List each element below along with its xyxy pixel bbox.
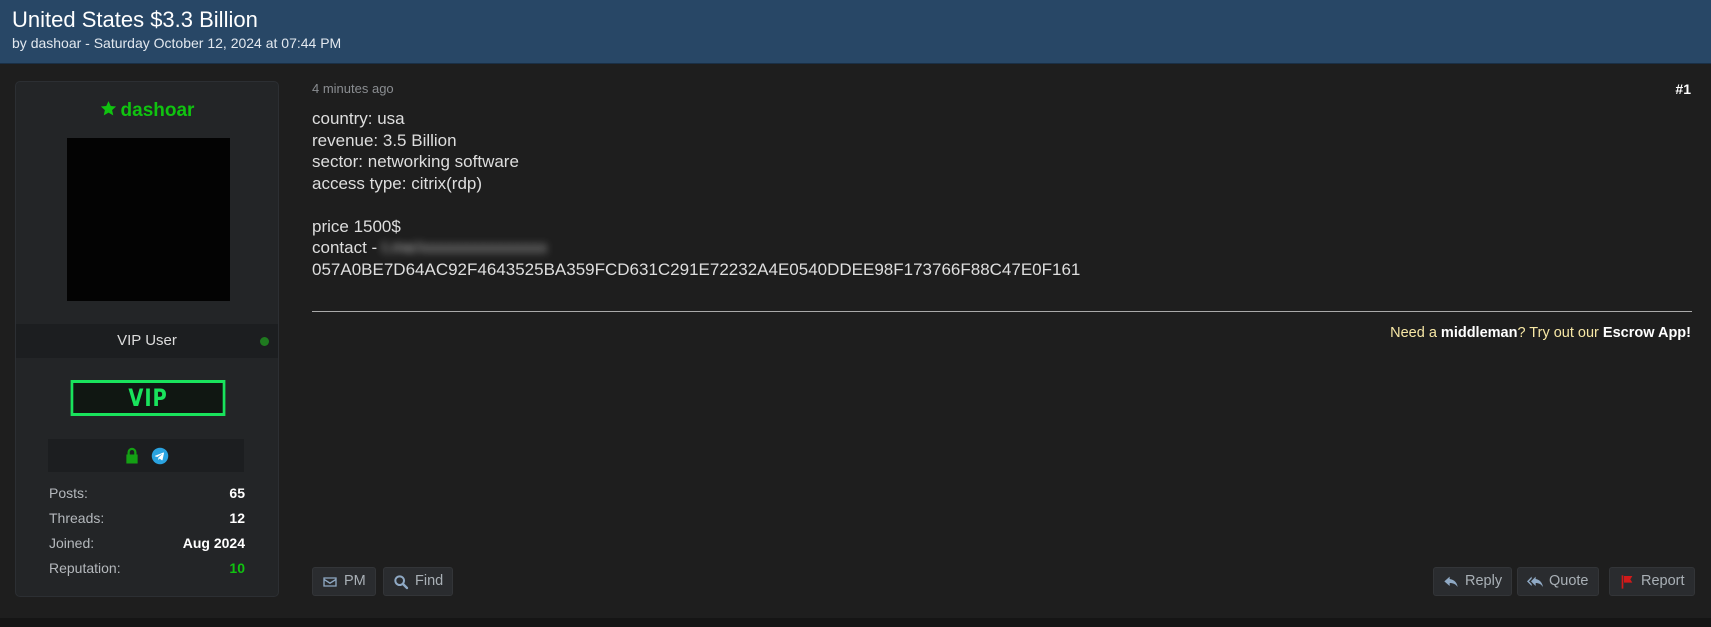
reply-button[interactable]: Reply [1433, 567, 1513, 596]
avatar[interactable] [67, 138, 230, 301]
post-timestamp: 4 minutes ago [312, 81, 394, 96]
online-status-dot [260, 337, 269, 346]
rank-text: VIP User [117, 332, 177, 349]
find-label: Find [415, 573, 444, 589]
middleman-link[interactable]: middleman [1441, 325, 1518, 341]
stat-threads: Threads: 12 [49, 507, 245, 532]
contact-icons [48, 439, 244, 472]
stat-value: Aug 2024 [182, 535, 245, 551]
search-icon [394, 574, 409, 589]
stat-label: Reputation: [49, 560, 121, 576]
signature-text: ? Try out our [1517, 325, 1603, 341]
footer-strip [0, 618, 1711, 627]
stat-joined: Joined: Aug 2024 [49, 532, 245, 557]
username-link[interactable]: dashoar [16, 100, 278, 122]
reply-label: Reply [1465, 573, 1503, 589]
user-rank: VIP User [16, 324, 278, 358]
thread-header: United States $3.3 Billion by dashoar - … [0, 0, 1711, 64]
post-line: price 1500$ [312, 216, 401, 236]
find-button[interactable]: Find [383, 567, 454, 596]
signature-text: Need a [1390, 325, 1441, 341]
user-stats: Posts: 65 Threads: 12 Joined: Aug 2024 R… [49, 482, 245, 582]
thread-meta: by dashoar - Saturday October 12, 2024 a… [12, 35, 341, 51]
signature: Need a middleman? Try out our Escrow App… [1390, 325, 1691, 341]
flag-icon [1621, 574, 1633, 589]
post-number-link[interactable]: #1 [1675, 81, 1691, 97]
stat-label: Threads: [49, 510, 105, 526]
by-prefix: by [12, 35, 27, 51]
stat-value[interactable]: 65 [229, 485, 245, 501]
telegram-icon[interactable] [151, 447, 169, 465]
reply-all-icon [1527, 576, 1543, 587]
vip-badge: VIP [70, 380, 226, 416]
stat-reputation: Reputation: 10 [49, 557, 245, 582]
reply-icon [1444, 576, 1458, 587]
thread-author-link[interactable]: dashoar [31, 35, 82, 51]
post-line [312, 194, 1682, 216]
escrow-app-link[interactable]: Escrow App! [1603, 325, 1691, 341]
contact-hash: 057A0BE7D64AC92F4643525BA359FCD631C291E7… [312, 259, 1081, 279]
pm-button[interactable]: PM [312, 567, 376, 596]
contact-line: contact - t.me/xxxxxxxxxxxxxxx [312, 237, 1682, 259]
stat-value[interactable]: 12 [229, 510, 245, 526]
contact-hidden: t.me/xxxxxxxxxxxxxxx [381, 238, 548, 257]
stat-value[interactable]: 10 [229, 560, 245, 576]
star-icon [100, 101, 116, 116]
post-line: revenue: 3.5 Billion [312, 130, 457, 150]
quote-button[interactable]: Quote [1517, 567, 1599, 596]
thread-title: United States $3.3 Billion [12, 7, 258, 32]
lock-icon[interactable] [123, 447, 141, 465]
stat-label: Joined: [49, 535, 95, 551]
report-label: Report [1641, 573, 1685, 589]
stat-posts: Posts: 65 [49, 482, 245, 507]
pm-label: PM [344, 573, 366, 589]
post-line: access type: citrix(rdp) [312, 173, 483, 193]
signature-divider [312, 311, 1692, 312]
envelope-icon [323, 576, 337, 587]
username-text: dashoar [120, 100, 195, 121]
post-line: country: usa [312, 109, 405, 128]
stat-label: Posts: [49, 485, 88, 501]
report-button[interactable]: Report [1609, 567, 1695, 596]
thread-date: - Saturday October 12, 2024 at 07:44 PM [85, 35, 342, 51]
post-body: country: usa revenue: 3.5 Billion sector… [312, 108, 1682, 280]
post-line: sector: networking software [312, 152, 519, 171]
contact-label: contact - [312, 238, 378, 257]
quote-label: Quote [1549, 573, 1589, 589]
